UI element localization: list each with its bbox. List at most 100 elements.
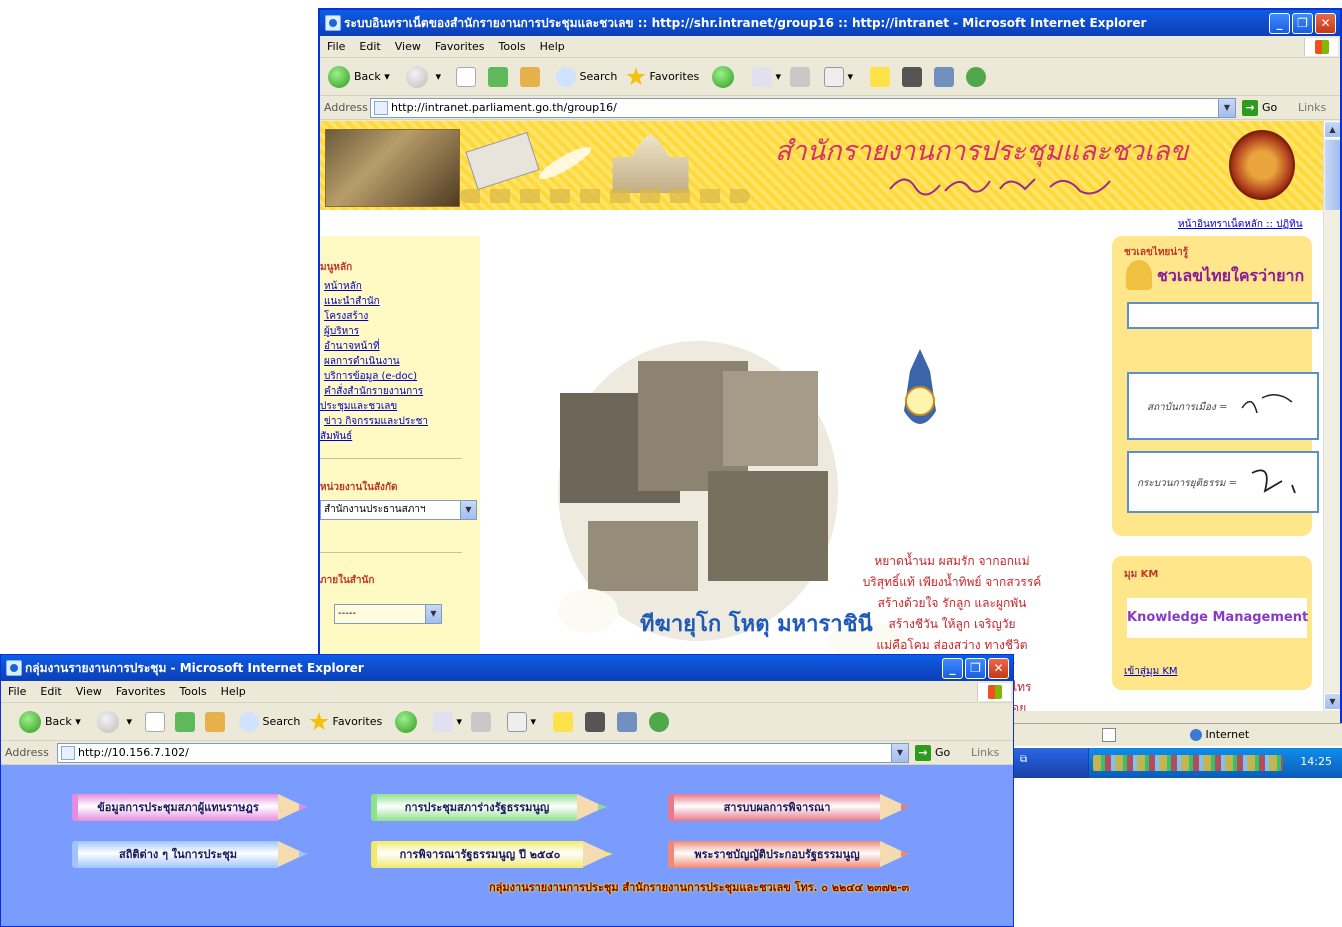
menu-edit[interactable]: Edit (352, 36, 387, 58)
menu-file[interactable]: File (320, 36, 352, 58)
nav-link-orders[interactable]: คำสั่งสำนักรายงานการ (324, 384, 423, 399)
history-icon (712, 66, 734, 88)
nav-link-duties[interactable]: อำนาจหน้าที่ (324, 339, 380, 354)
notes-button[interactable] (553, 710, 573, 734)
search-button[interactable]: Search (556, 65, 617, 89)
pencil-button-house-meetings[interactable]: ข้อมูลการประชุมสภาผู้แทนราษฎร (72, 794, 312, 821)
go-arrow-icon: → (915, 745, 931, 761)
nav-link-home[interactable]: หน้าหลัก (324, 279, 362, 294)
address-dropdown[interactable]: ▼ (1218, 99, 1235, 117)
forward-button[interactable]: ▾ (97, 710, 132, 734)
scroll-thumb[interactable] (1325, 140, 1340, 210)
address-input[interactable]: http://10.156.7.102/ ▼ (57, 743, 909, 763)
favorites-button[interactable]: Favorites (309, 710, 382, 734)
edit-button[interactable]: ▾ (507, 710, 536, 734)
address-dropdown[interactable]: ▼ (891, 744, 908, 762)
standard-toolbar: Back ▾ ▾ Search Favorites ▾ ▾ (1, 703, 1013, 741)
links-button[interactable]: Links (1298, 96, 1326, 120)
print-button[interactable] (790, 65, 810, 89)
menu-favorites[interactable]: Favorites (428, 36, 492, 58)
toolbar-research-button[interactable] (934, 65, 954, 89)
messenger-button[interactable] (966, 65, 986, 89)
forward-button[interactable]: ▾ (406, 65, 441, 89)
back-button[interactable]: Back ▾ (19, 710, 81, 734)
refresh-button[interactable] (175, 710, 195, 734)
home-button[interactable] (520, 65, 540, 89)
mail-button[interactable]: ▾ (752, 65, 781, 89)
nav-link-executives[interactable]: ผู้บริหาร (324, 324, 359, 339)
pencil-button-organic-acts[interactable]: พระราชบัญญัติประกอบรัฐธรรมนูญ (668, 841, 914, 868)
pencil-button-constitution-2540[interactable]: การพิจารณารัฐธรรมนูญ ปี ๒๕๔๐ (371, 841, 617, 868)
maximize-button[interactable]: ❐ (1292, 13, 1313, 34)
research-icon (934, 67, 954, 87)
minimize-button[interactable]: _ (942, 658, 963, 679)
toolbar-k-button[interactable] (902, 65, 922, 89)
nav-link-about[interactable]: แนะนำสำนัก (324, 294, 380, 309)
nav-link-orders-cont[interactable]: ประชุมและชวเลข (320, 399, 397, 414)
menu-tools[interactable]: Tools (173, 681, 214, 703)
history-button[interactable] (712, 65, 738, 89)
nav-link-news-cont[interactable]: สัมพันธ์ (320, 429, 352, 444)
maximize-button[interactable]: ❐ (965, 658, 986, 679)
nav-link-structure[interactable]: โครงสร้าง (324, 309, 368, 324)
pencil-button-constitution-drafting[interactable]: การประชุมสภาร่างรัฐธรรมนูญ (371, 794, 611, 821)
minimize-button[interactable]: _ (1269, 13, 1290, 34)
menu-view[interactable]: View (69, 681, 109, 703)
menu-tools[interactable]: Tools (492, 36, 533, 58)
go-button[interactable]: → Go (1242, 99, 1277, 117)
close-button[interactable]: ✕ (1315, 13, 1336, 34)
history-button[interactable] (395, 710, 421, 734)
internet-zone: Internet (1190, 724, 1249, 746)
stop-button[interactable] (456, 65, 476, 89)
tray-icons[interactable] (1093, 755, 1283, 771)
internal-heading: ภายในสำนัก (320, 575, 375, 586)
shorthand-banner[interactable]: ชวเลขไทยใครว่ายาก (1157, 264, 1304, 289)
taskbar-button-icon[interactable]: ⧉ (1020, 754, 1034, 770)
word-icon (507, 712, 527, 732)
pencil-button-statistics[interactable]: สถิติต่าง ๆ ในการประชุม (72, 841, 312, 868)
back-arrow-icon (328, 66, 350, 88)
vertical-scrollbar[interactable]: ▲ ▼ (1323, 121, 1340, 711)
messenger-button[interactable] (649, 710, 669, 734)
notes-button[interactable] (870, 65, 890, 89)
menu-file[interactable]: File (1, 681, 33, 703)
scroll-down-button[interactable]: ▼ (1324, 693, 1340, 710)
menu-help[interactable]: Help (533, 36, 572, 58)
menu-help[interactable]: Help (214, 681, 253, 703)
pencil-button-consideration-index[interactable]: สารบบผลการพิจารณา (668, 794, 914, 821)
toolbar-k-button[interactable] (585, 710, 605, 734)
go-button[interactable]: → Go (915, 744, 950, 762)
menu-favorites[interactable]: Favorites (109, 681, 173, 703)
units-select[interactable]: สำนักงานประธานสภาฯ ▼ (320, 500, 477, 520)
refresh-button[interactable] (488, 65, 508, 89)
favorites-button[interactable]: Favorites (626, 65, 699, 89)
nav-link-edoc[interactable]: บริการข้อมูล (e-doc) (324, 369, 417, 384)
back-button[interactable]: Back ▾ (328, 65, 390, 89)
search-button[interactable]: Search (239, 710, 300, 734)
nav-link-results[interactable]: ผลการดำเนินงาน (324, 354, 400, 369)
km-title-button[interactable]: Knowledge Management (1127, 598, 1308, 638)
print-button[interactable] (471, 710, 491, 734)
window-title-bar[interactable]: ระบบอินทราเน็ตของสำนักรายงานการประชุมและ… (320, 10, 1340, 36)
search-icon (239, 712, 259, 732)
menu-view[interactable]: View (388, 36, 428, 58)
links-button[interactable]: Links (971, 741, 999, 765)
internal-select[interactable]: ----- ▼ (334, 604, 442, 624)
window2-title-bar[interactable]: กลุ่มงานรายงานการประชุม - Microsoft Inte… (1, 655, 1013, 681)
km-link[interactable]: เข้าสู่มุม KM (1124, 664, 1178, 679)
poem-line-4: สร้างชีวัน ให้ลูก เจริญวัย (888, 617, 1016, 631)
top-links[interactable]: หน้าอินทราเน็ตหลัก :: ปฏิทิน (1178, 217, 1303, 232)
mail-button[interactable]: ▾ (433, 710, 462, 734)
nav-link-news[interactable]: ข่าว กิจกรรมและประชา (324, 414, 428, 429)
parliament-seal-logo (1229, 130, 1295, 200)
page-icon (61, 746, 75, 760)
scroll-up-button[interactable]: ▲ (1324, 121, 1340, 138)
edit-button[interactable]: ▾ (824, 65, 853, 89)
stop-button[interactable] (145, 710, 165, 734)
toolbar-research-button[interactable] (617, 710, 637, 734)
address-input[interactable]: http://intranet.parliament.go.th/group16… (370, 98, 1236, 118)
paper-graphic (465, 131, 540, 191)
home-button[interactable] (205, 710, 225, 734)
menu-edit[interactable]: Edit (33, 681, 68, 703)
close-button[interactable]: ✕ (988, 658, 1009, 679)
